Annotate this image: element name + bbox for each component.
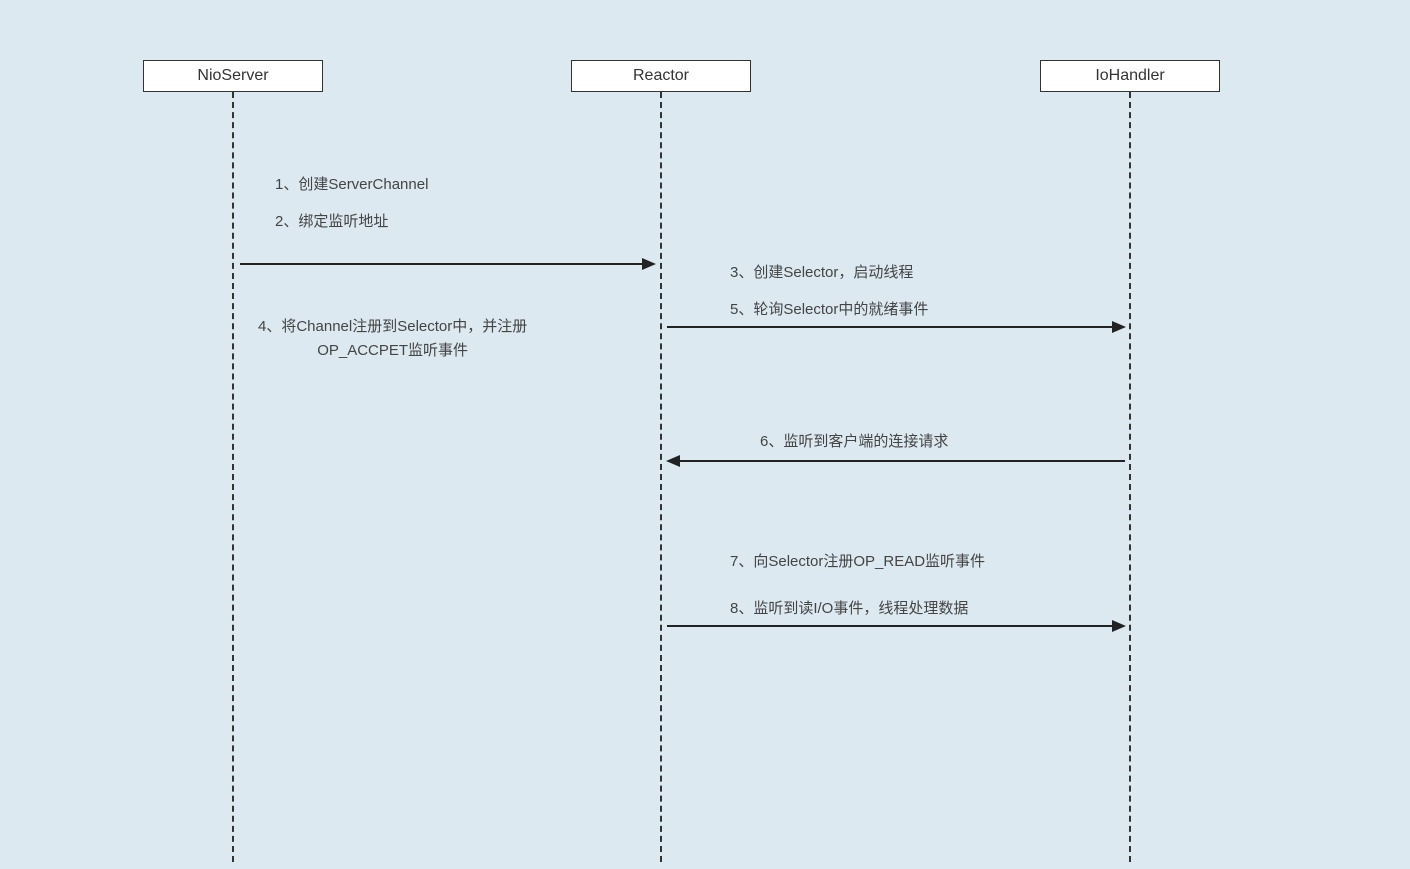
- lifeline-nioserver: [232, 92, 234, 862]
- message-4-label: 4、将Channel注册到Selector中，并注册 OP_ACCPET监听事件: [258, 315, 527, 363]
- arrow-3-head: [666, 455, 680, 467]
- arrow-2-head: [1112, 321, 1126, 333]
- message-2-label: 2、绑定监听地址: [275, 210, 388, 234]
- participant-reactor: Reactor: [571, 60, 751, 92]
- message-8-label: 8、监听到读I/O事件，线程处理数据: [730, 597, 968, 621]
- sequence-diagram: NioServer Reactor IoHandler 1、创建ServerCh…: [0, 0, 1410, 869]
- participant-label: Reactor: [633, 67, 689, 84]
- arrow-2: [667, 326, 1114, 328]
- participant-iohandler: IoHandler: [1040, 60, 1220, 92]
- message-1-label: 1、创建ServerChannel: [275, 173, 428, 197]
- participant-label: NioServer: [197, 67, 268, 84]
- message-3-label: 3、创建Selector，启动线程: [730, 261, 913, 285]
- lifeline-reactor: [660, 92, 662, 862]
- message-5-label: 5、轮询Selector中的就绪事件: [730, 298, 928, 322]
- arrow-1: [240, 263, 644, 265]
- arrow-4-head: [1112, 620, 1126, 632]
- participant-label: IoHandler: [1095, 67, 1164, 84]
- arrow-4: [667, 625, 1114, 627]
- participant-nioserver: NioServer: [143, 60, 323, 92]
- message-7-label: 7、向Selector注册OP_READ监听事件: [730, 550, 985, 574]
- message-6-label: 6、监听到客户端的连接请求: [760, 430, 948, 454]
- arrow-3: [680, 460, 1125, 462]
- lifeline-iohandler: [1129, 92, 1131, 862]
- arrow-1-head: [642, 258, 656, 270]
